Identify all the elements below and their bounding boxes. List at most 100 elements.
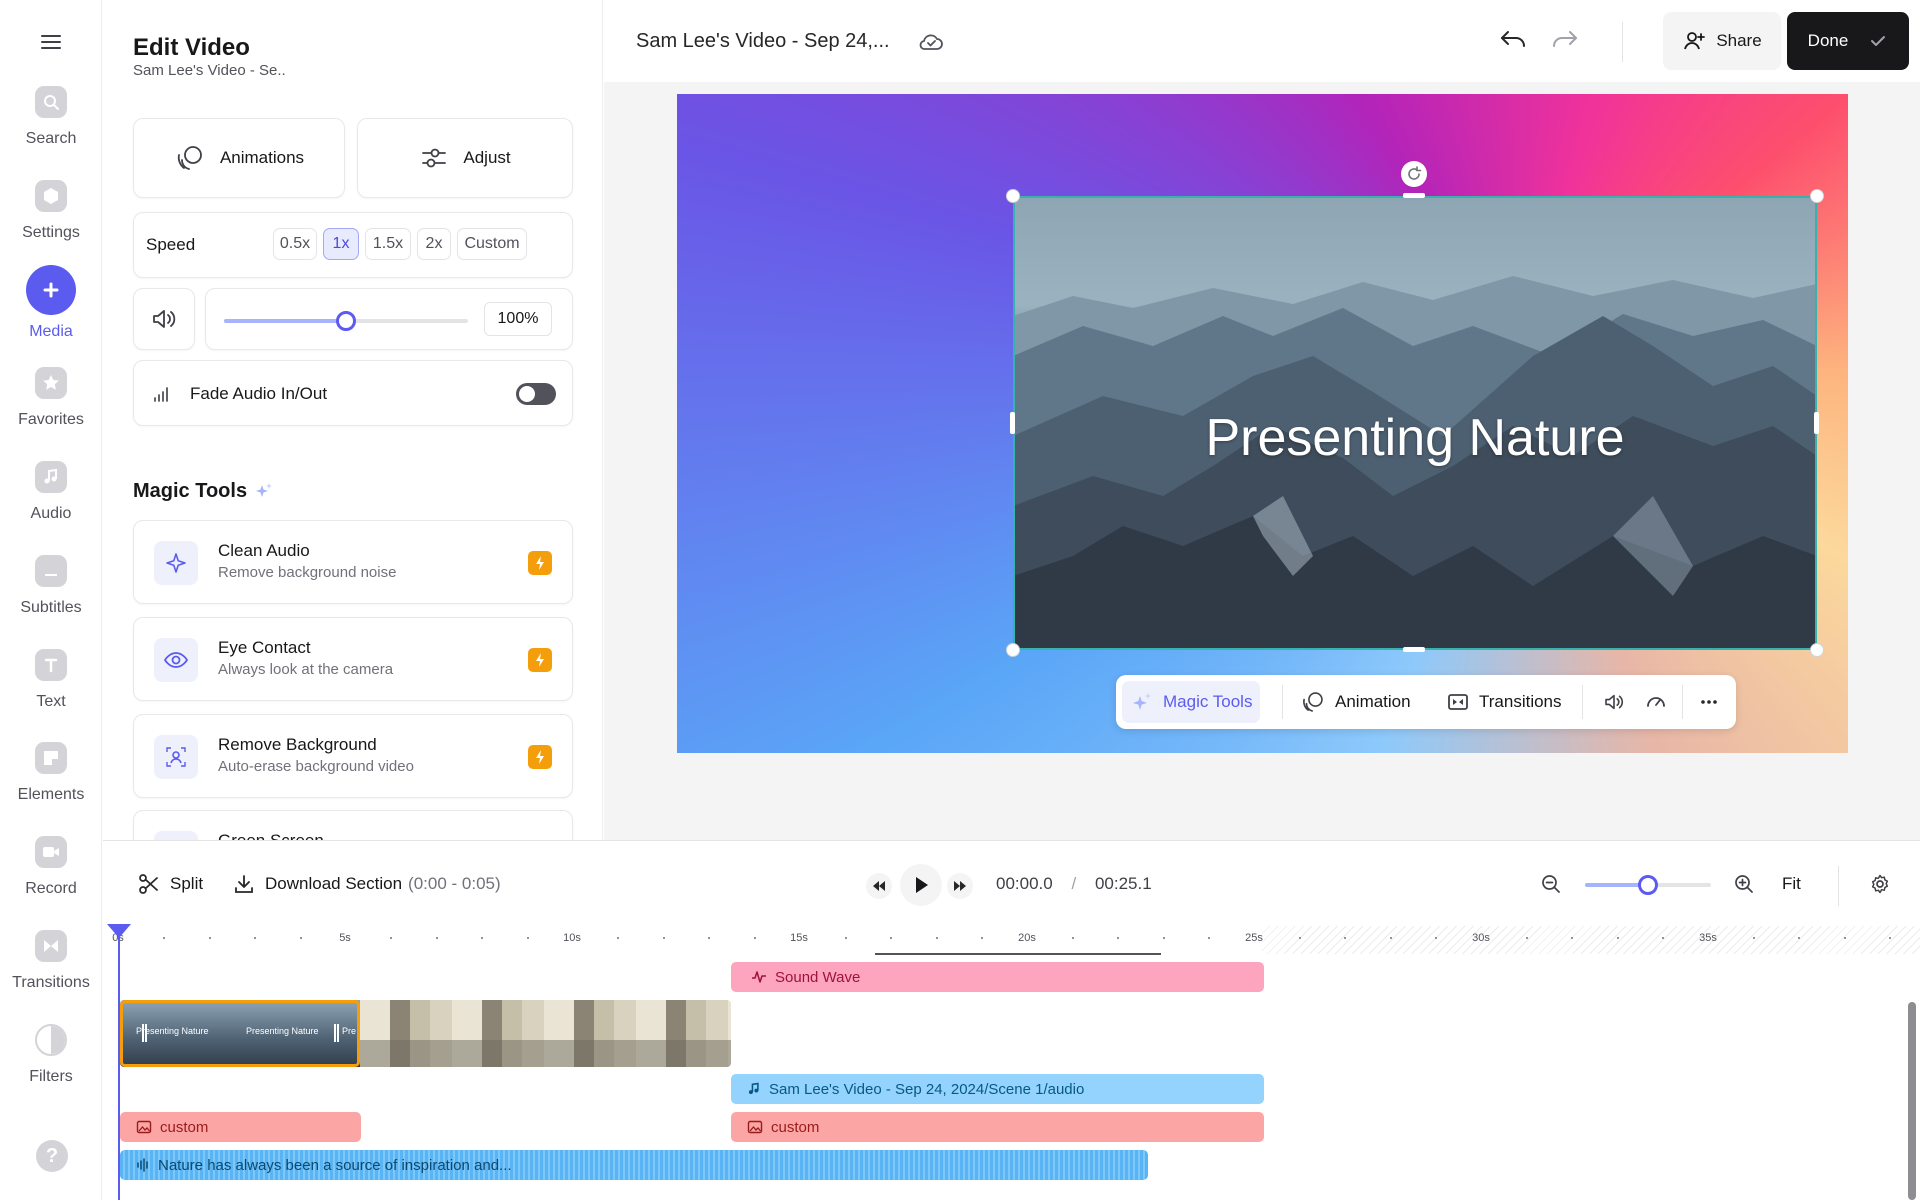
custom-clip-1[interactable]: custom	[120, 1112, 361, 1142]
playhead-line[interactable]	[118, 924, 120, 1200]
rail-item-elements[interactable]: Elements	[0, 742, 102, 826]
custom-clip-2[interactable]: custom	[731, 1112, 1264, 1142]
download-section-button[interactable]: Download Section (0:00 - 0:05)	[233, 870, 501, 898]
ruler-label-30s: 30s	[1472, 932, 1490, 944]
tool-clean-audio[interactable]: Clean Audio Remove background noise	[133, 520, 573, 604]
resize-handle-right[interactable]	[1814, 412, 1819, 434]
download-section-label: Download Section	[265, 874, 403, 893]
volume-button[interactable]	[133, 288, 195, 350]
custom-clip-label: custom	[771, 1118, 820, 1136]
selected-clip-outline[interactable]	[120, 1000, 360, 1067]
help-icon[interactable]: ?	[36, 1140, 68, 1172]
lightning-bolt-icon	[528, 551, 552, 575]
timeline-scrollbar[interactable]	[1908, 1002, 1916, 1200]
share-button[interactable]: Share	[1663, 12, 1781, 70]
timeline-zoom-slider-track[interactable]	[1585, 875, 1711, 895]
playhead-marker[interactable]	[107, 924, 131, 938]
timecode: 00:00.0 / 00:25.1	[996, 874, 1152, 894]
trim-handle-right[interactable]	[334, 1024, 339, 1042]
sparkle-icon	[1133, 693, 1151, 710]
rail-item-favorites[interactable]: Favorites	[0, 367, 102, 451]
timeline-zoom-slider-thumb[interactable]	[1638, 875, 1658, 895]
left-rail: Search Settings Media Favorites Audio Su…	[0, 0, 102, 1200]
context-animation-button[interactable]: Animation	[1292, 681, 1419, 723]
ruler-dot	[1344, 937, 1346, 939]
speed-option-1.5x[interactable]: 1.5x	[365, 228, 411, 260]
speed-option-1x[interactable]: 1x	[323, 228, 359, 260]
rail-item-audio[interactable]: Audio	[0, 461, 102, 545]
fade-audio-toggle[interactable]	[516, 383, 556, 405]
zoom-in-icon[interactable]	[1733, 873, 1755, 895]
scene-audio-label: Sam Lee's Video - Sep 24, 2024/Scene 1/a…	[769, 1080, 1085, 1098]
zoom-out-icon[interactable]	[1540, 873, 1562, 895]
context-magic-tools-button[interactable]: Magic Tools	[1122, 681, 1261, 723]
tool-title: Eye Contact	[218, 638, 311, 657]
voiceover-clip[interactable]: Nature has always been a source of inspi…	[120, 1150, 1148, 1180]
done-button[interactable]: Done	[1787, 12, 1909, 70]
rail-item-subtitles[interactable]: Subtitles	[0, 555, 102, 639]
ruler-dot	[890, 937, 892, 939]
rail-item-transitions[interactable]: Transitions	[0, 930, 102, 1014]
split-button[interactable]: Split	[138, 870, 203, 898]
ruler-label-35s: 35s	[1699, 932, 1717, 944]
context-volume-button[interactable]	[1594, 681, 1634, 723]
fit-button[interactable]: Fit	[1782, 874, 1801, 894]
volume-slider-thumb[interactable]	[336, 311, 356, 331]
resize-handle-left[interactable]	[1010, 412, 1015, 434]
context-transitions-button[interactable]: Transitions	[1438, 681, 1570, 723]
adjust-button[interactable]: Adjust	[357, 118, 573, 198]
rail-item-search[interactable]: Search	[0, 86, 102, 170]
resize-handle-bottom-right[interactable]	[1810, 643, 1824, 657]
sound-wave-clip[interactable]: Sound Wave	[731, 962, 1264, 992]
fade-audio-label: Fade Audio In/Out	[190, 384, 328, 403]
animation-icon	[177, 146, 202, 170]
tool-remove-background[interactable]: Remove Background Auto-erase background …	[133, 714, 573, 798]
speed-option-2x[interactable]: 2x	[417, 228, 451, 260]
tool-eye-contact[interactable]: Eye Contact Always look at the camera	[133, 617, 573, 701]
undo-icon[interactable]	[1498, 28, 1528, 52]
ruler-label-25s: 25s	[1245, 932, 1263, 944]
speed-option-custom[interactable]: Custom	[457, 228, 527, 260]
volume-value[interactable]: 100%	[484, 302, 552, 336]
context-magic-tools-label: Magic Tools	[1163, 692, 1253, 711]
trim-handle-left[interactable]	[142, 1024, 147, 1042]
project-title[interactable]: Sam Lee's Video - Sep 24,...	[636, 30, 890, 53]
ruler-dot	[981, 937, 983, 939]
fast-forward-icon[interactable]	[947, 873, 973, 899]
context-more-button[interactable]	[1690, 681, 1728, 723]
timeline-ruler[interactable]: 0s 5s 10s 15s 20s 25s 30s 35s	[112, 926, 1908, 954]
resize-handle-bottom-left[interactable]	[1006, 643, 1020, 657]
rewind-icon[interactable]	[866, 873, 892, 899]
rail-item-media[interactable]: Media	[0, 265, 102, 357]
play-icon[interactable]	[900, 864, 942, 906]
volume-slider-track[interactable]	[224, 311, 468, 331]
green-screen-icon	[154, 831, 198, 840]
scene-audio-clip[interactable]: Sam Lee's Video - Sep 24, 2024/Scene 1/a…	[731, 1074, 1264, 1104]
resize-handle-top[interactable]	[1403, 193, 1425, 198]
hamburger-menu-icon[interactable]	[38, 30, 64, 54]
speed-option-0.5x[interactable]: 0.5x	[273, 228, 317, 260]
resize-handle-top-left[interactable]	[1006, 189, 1020, 203]
ruler-dot	[754, 937, 756, 939]
animations-button[interactable]: Animations	[133, 118, 345, 198]
fade-audio-row: Fade Audio In/Out	[133, 360, 573, 426]
resize-handle-top-right[interactable]	[1810, 189, 1824, 203]
sound-wave-label: Sound Wave	[775, 968, 861, 986]
context-divider	[1582, 685, 1583, 719]
rail-item-filters[interactable]: Filters	[0, 1024, 102, 1108]
context-transitions-label: Transitions	[1479, 692, 1562, 711]
tool-green-screen[interactable]: Green Screen	[133, 810, 573, 840]
rail-item-settings[interactable]: Settings	[0, 180, 102, 264]
resize-handle-bottom[interactable]	[1403, 647, 1425, 652]
edit-panel: Edit Video Sam Lee's Video - Se.. Animat…	[103, 0, 603, 840]
context-speed-button[interactable]	[1636, 681, 1676, 723]
scissors-icon	[139, 874, 158, 894]
rail-item-record[interactable]: Record	[0, 836, 102, 920]
redo-icon[interactable]	[1550, 28, 1580, 52]
timeline-settings-gear-icon[interactable]	[1869, 873, 1891, 895]
rail-label-transitions: Transitions	[12, 974, 90, 991]
ruler-dot	[1844, 937, 1846, 939]
rotate-icon[interactable]	[1401, 161, 1427, 187]
rail-item-text[interactable]: Text	[0, 649, 102, 733]
speaker-icon	[153, 310, 176, 328]
